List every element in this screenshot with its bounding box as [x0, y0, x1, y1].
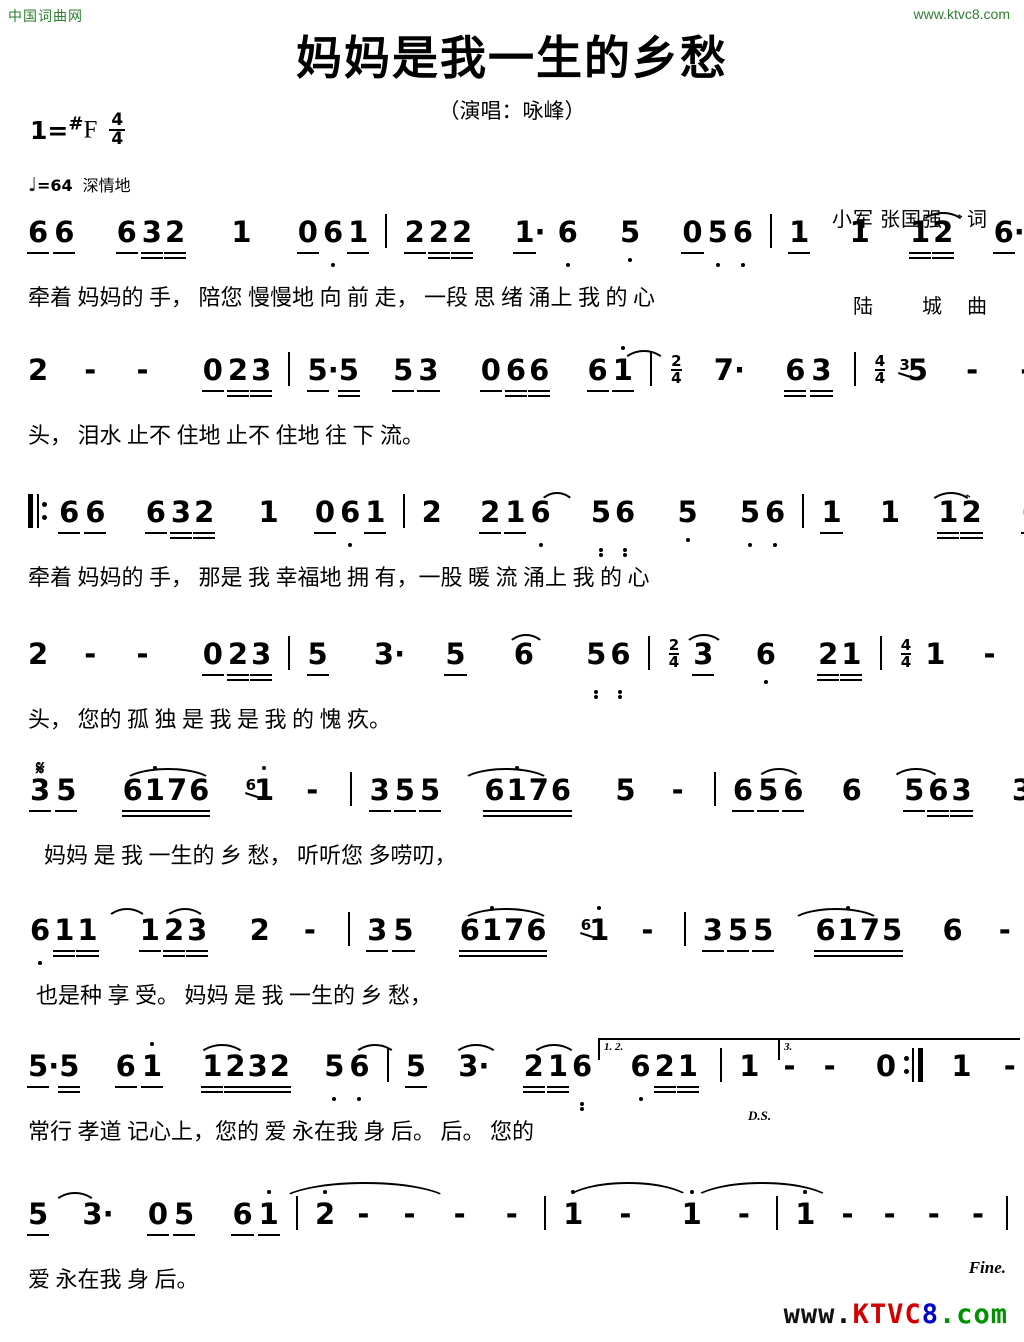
lyrics-row-5: 妈妈 是 我 一生的 乡 愁， 听听您 多唠叨， — [44, 843, 457, 868]
notation-row-8: 5 3 · 05 61 2 - - - - 1 - 1 - 1 - - - - — [0, 1182, 1024, 1262]
site-url-label: www.ktvc8.com — [913, 6, 1010, 22]
staff-line-1: 66 632 1 061 222 1·6 5 056 1 1 12 6·6 63 — [0, 209, 1024, 318]
lyrics-row-7: 常行 孝道 记心上，您的 爱 永在我 身 后。 后。 您的 — [28, 1119, 535, 1144]
lyrics-row-8: 爱 永在我 身 后。 — [28, 1267, 199, 1292]
watermark: www.KTVC8.com — [784, 1299, 1008, 1330]
notation-row-6: 611 123 2 - 35 6176 61 - 355 6175 6 - — [0, 906, 1024, 978]
notation-row-5: 35 6176 61 - 355 6176 5 - 656 6 563 3 — [0, 766, 1024, 838]
performer-label: （演唱：咏峰） — [438, 99, 586, 123]
key-prefix: 1= — [30, 115, 69, 145]
staff-line-4: 2 - - 023 5 3 · 5 6 56 24 3 6 21 44 1 - … — [0, 634, 1024, 740]
time-signature: 4 4 — [109, 111, 126, 150]
staff-line-2: 2 - - 023 5 · 5 53 066 61 24 7 · 63 44 35 -… — [0, 346, 1024, 456]
lyrics-row-6: 也是种 享 受。 妈妈 是 我 一生的 乡 愁， — [36, 983, 433, 1008]
staff-line-3: 66 632 1 061 2 216 56 5 56 1 1 12 6·6 — [0, 489, 1024, 598]
watermark-part4: .com — [938, 1299, 1008, 1330]
watermark-part2: KTVC — [852, 1299, 922, 1330]
lyrics-row-1: 牵着 妈妈的 手， 陪您 慢慢地 向 前 走， 一段 思 绪 涌上 我 的 心 — [28, 285, 656, 310]
staff-line-6: 611 123 2 - 35 6176 61 - 355 6175 6 - 也是… — [0, 906, 1024, 1016]
quarter-note-icon: ♩ — [28, 174, 37, 196]
staff-line-7: 1. 2. 3. 5 · 5 61 1232 56 5 3 · 216 621 1 - — [0, 1038, 1024, 1152]
notation-row-2: 2 - - 023 5 · 5 53 066 61 24 7 · 63 44 35 -… — [28, 346, 1024, 392]
notation-row-3: 66 632 1 061 2 216 56 5 56 1 1 12 6·6 — [0, 489, 1024, 560]
watermark-part3: 8 — [921, 1299, 939, 1330]
tempo-marking: ♩=64 深情地 — [28, 172, 131, 196]
watermark-part1: www. — [783, 1299, 853, 1330]
meter-change-4-4: 44 — [874, 351, 886, 387]
expression-marking: 深情地 — [82, 178, 131, 195]
meter-change-2-4: 24 — [668, 635, 680, 671]
notation-row-4: 2 - - 023 5 3 · 5 6 56 24 3 6 21 44 1 - — [28, 634, 996, 694]
meter-change-4-4: 44 — [900, 635, 912, 671]
tempo-value: =64 — [36, 176, 73, 195]
repeat-end-icon — [904, 1048, 924, 1082]
key-signature: 1=#F 4 4 — [30, 111, 126, 150]
meter-change-2-4: 24 — [671, 351, 682, 387]
sheet-music-page: 中国词曲网 www.ktvc8.com 妈妈是我一生的乡愁 （演唱：咏峰） 1=… — [0, 0, 1024, 1342]
time-signature-denominator: 4 — [111, 129, 124, 150]
lyrics-row-4: 头， 您的 孤 独 是 我 是 我 的 愧 疚。 — [28, 707, 392, 732]
key-note: F — [83, 116, 98, 144]
notation-row-7: 5 · 5 61 1232 56 5 3 · 216 621 1 - - 0 1… — [0, 1042, 1024, 1114]
repeat-start-icon — [28, 494, 47, 528]
staff-line-5: 𝄋 35 6176 61 - 355 6176 5 - 656 6 563 3 … — [0, 756, 1024, 876]
lyrics-row-2: 头， 泪水 止不 住地 止不 住地 往 下 流。 — [28, 423, 425, 448]
page-title: 妈妈是我一生的乡愁 — [296, 31, 728, 85]
notation-row-1: 66 632 1 061 222 1·6 5 056 1 1 12 6·6 63 — [26, 209, 1024, 267]
staff-line-8: 5 3 · 05 61 2 - - - - 1 - 1 - 1 - - - - … — [0, 1182, 1024, 1300]
lyrics-row-3: 牵着 妈妈的 手， 那是 我 幸福地 拥 有，一股 暖 流 涌上 我 的 心 — [28, 565, 650, 590]
sharp-icon: # — [68, 113, 84, 135]
